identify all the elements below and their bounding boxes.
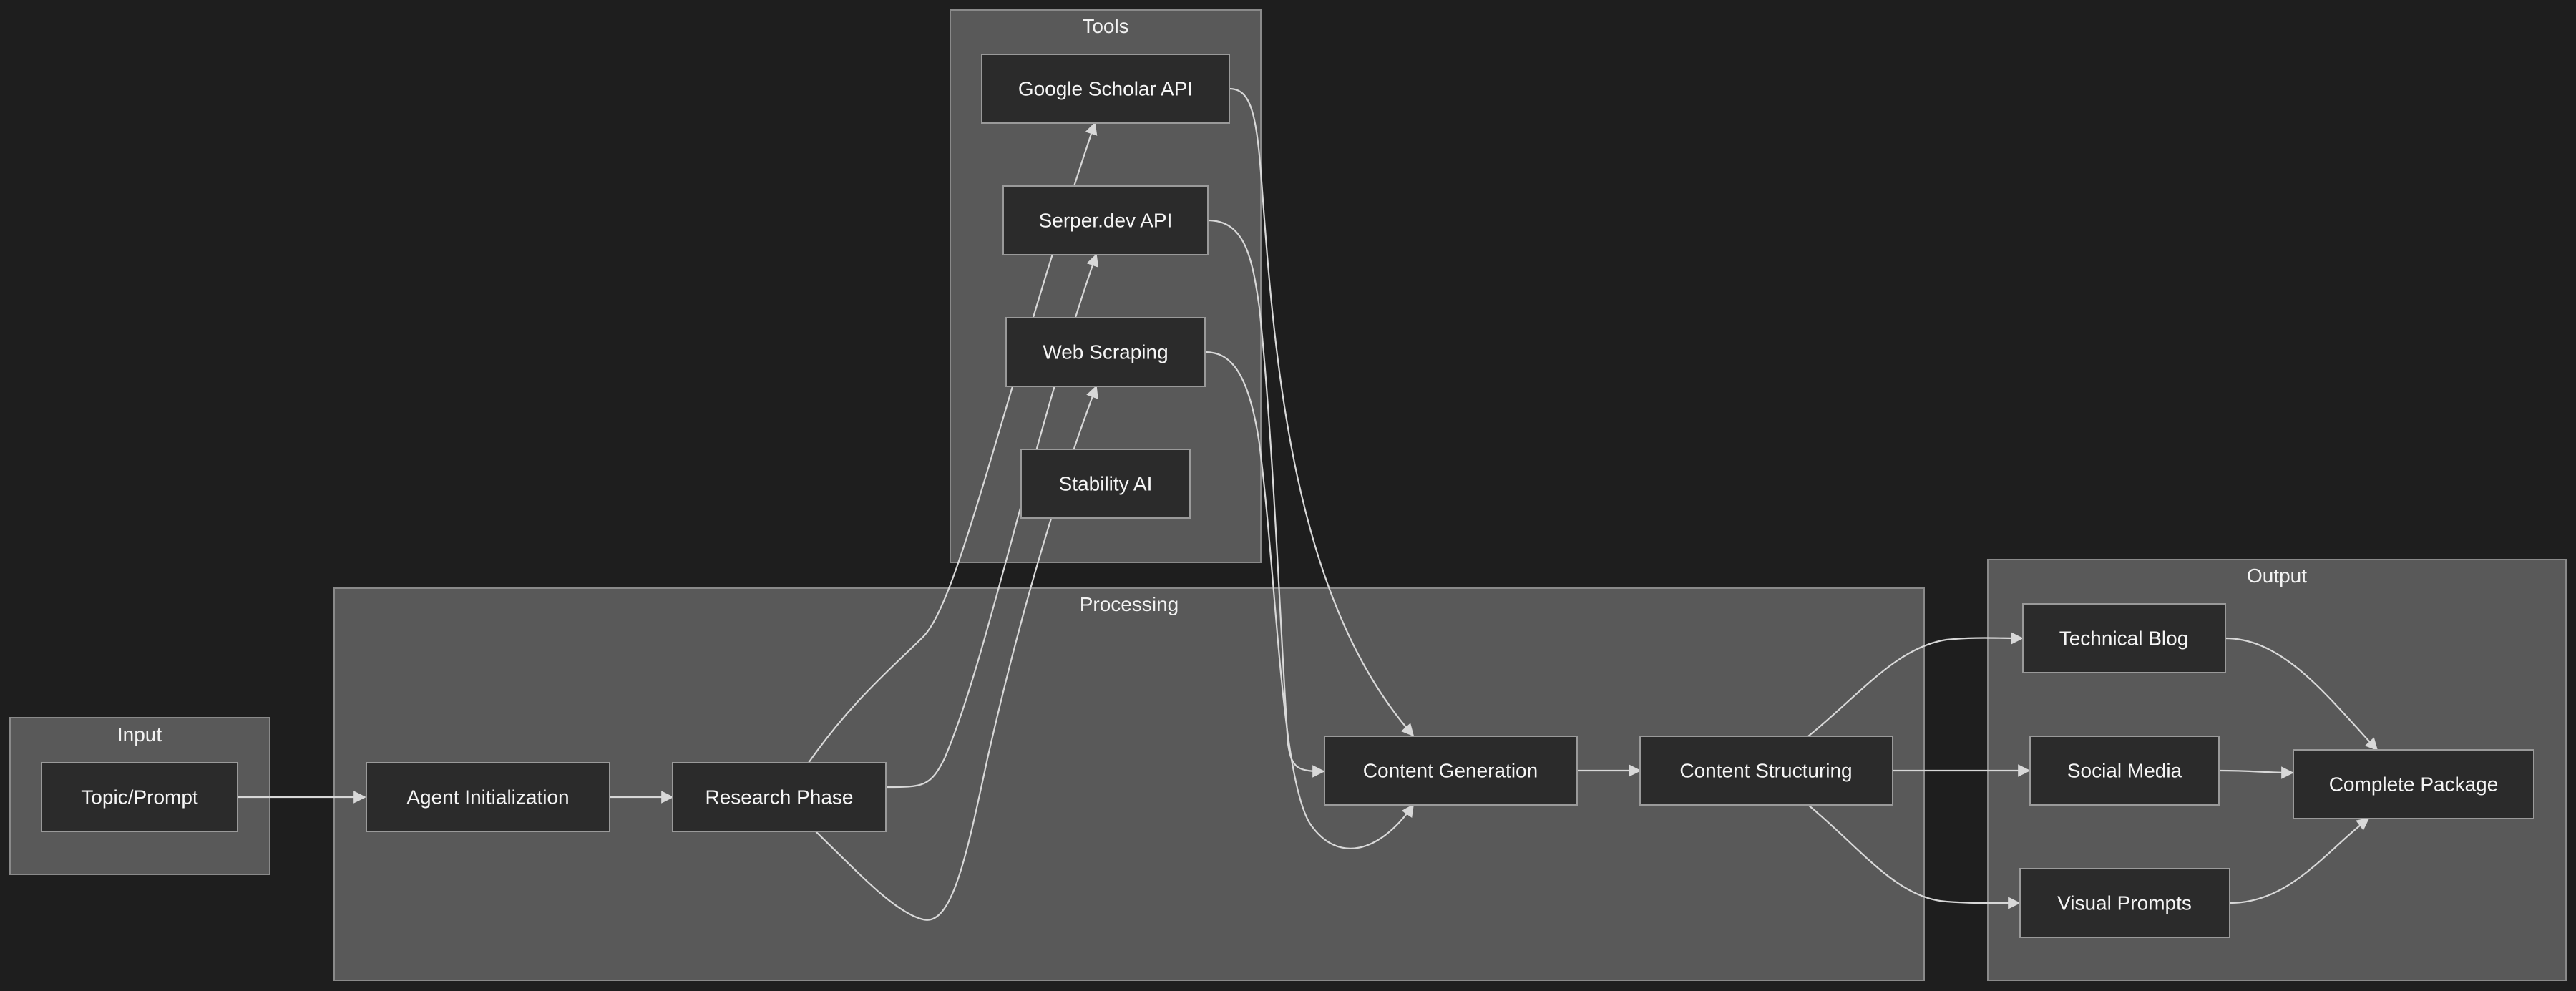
node-technical-blog-label: Technical Blog: [2059, 628, 2189, 650]
cluster-processing-label: Processing: [1080, 593, 1179, 615]
node-web-scraping-label: Web Scraping: [1043, 341, 1168, 363]
cluster-output-label: Output: [2247, 565, 2307, 587]
node-visual-prompts[interactable]: Visual Prompts: [2019, 868, 2230, 938]
node-content-structuring[interactable]: Content Structuring: [1639, 736, 1893, 806]
node-stability-ai[interactable]: Stability AI: [1020, 449, 1191, 519]
node-google-scholar-api-label: Google Scholar API: [1018, 78, 1193, 100]
node-social-media-label: Social Media: [2067, 760, 2182, 782]
node-agent-initialization[interactable]: Agent Initialization: [366, 762, 610, 832]
flowchart-diagram: Input Processing Tools Output Topic/Prom…: [9, 9, 2567, 981]
node-serper-dev-api[interactable]: Serper.dev API: [1002, 185, 1209, 255]
node-agent-initialization-label: Agent Initialization: [406, 786, 569, 809]
node-serper-dev-api-label: Serper.dev API: [1039, 210, 1173, 232]
node-complete-package-label: Complete Package: [2329, 773, 2499, 796]
node-web-scraping[interactable]: Web Scraping: [1005, 317, 1206, 387]
node-content-generation[interactable]: Content Generation: [1324, 736, 1578, 806]
node-content-structuring-label: Content Structuring: [1679, 760, 1852, 782]
node-visual-prompts-label: Visual Prompts: [2057, 892, 2192, 914]
node-technical-blog[interactable]: Technical Blog: [2022, 603, 2226, 673]
node-stability-ai-label: Stability AI: [1059, 473, 1153, 495]
cluster-tools-label: Tools: [1082, 15, 1128, 37]
node-research-phase[interactable]: Research Phase: [672, 762, 887, 832]
node-social-media[interactable]: Social Media: [2029, 736, 2220, 806]
node-topic-prompt-label: Topic/Prompt: [81, 786, 198, 809]
node-google-scholar-api[interactable]: Google Scholar API: [981, 54, 1230, 124]
node-topic-prompt[interactable]: Topic/Prompt: [41, 762, 238, 832]
node-research-phase-label: Research Phase: [705, 786, 853, 809]
node-content-generation-label: Content Generation: [1363, 760, 1538, 782]
cluster-input-label: Input: [117, 723, 162, 746]
node-complete-package[interactable]: Complete Package: [2293, 749, 2534, 819]
